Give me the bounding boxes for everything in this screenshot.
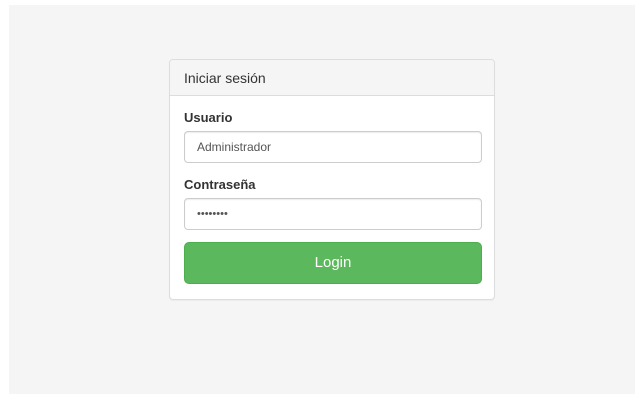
login-button[interactable]: Login (184, 242, 482, 284)
login-panel: Iniciar sesión Usuario Contraseña Login (169, 59, 495, 300)
password-label: Contraseña (184, 177, 256, 192)
password-input[interactable] (184, 198, 482, 230)
username-label: Usuario (184, 110, 233, 125)
password-group: Contraseña (184, 177, 482, 230)
panel-title: Iniciar sesión (170, 60, 494, 96)
username-input[interactable] (184, 131, 482, 163)
page-background: Iniciar sesión Usuario Contraseña Login (9, 5, 635, 394)
username-group: Usuario (184, 110, 482, 163)
login-form: Usuario Contraseña Login (170, 96, 494, 284)
